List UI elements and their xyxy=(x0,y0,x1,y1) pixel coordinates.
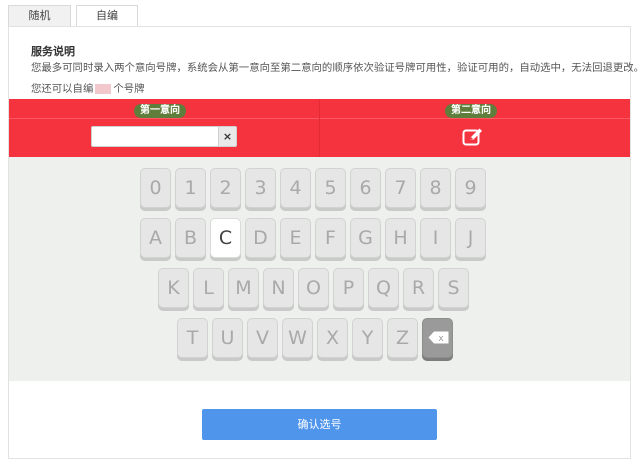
confirm-plate-button[interactable]: 确认选号 xyxy=(202,409,437,440)
backspace-icon: x xyxy=(428,331,449,344)
key-6[interactable]: 6 xyxy=(350,168,381,208)
key-v[interactable]: V xyxy=(247,318,278,358)
key-1[interactable]: 1 xyxy=(175,168,206,208)
key-8[interactable]: 8 xyxy=(420,168,451,208)
remaining-count-text: 您还可以自编 个号牌 xyxy=(31,80,145,95)
tab-random[interactable]: 随机 xyxy=(8,5,71,27)
tab-bar: 随机 自编 xyxy=(0,0,640,28)
key-z[interactable]: Z xyxy=(387,318,418,358)
key-h[interactable]: H xyxy=(385,218,416,258)
key-r[interactable]: R xyxy=(403,268,434,308)
plate-keyboard: 0 1 2 3 4 5 6 7 8 9 A B C D E F G H I J … xyxy=(9,157,630,381)
key-4[interactable]: 4 xyxy=(280,168,311,208)
backspace-key[interactable]: x xyxy=(422,318,453,358)
self-edit-panel: 服务说明 您最多可同时录入两个意向号牌，系统会从第一意向至第二意向的顺序依次验证… xyxy=(8,26,640,459)
edit-icon[interactable] xyxy=(462,127,484,147)
key-5[interactable]: 5 xyxy=(315,168,346,208)
key-x[interactable]: X xyxy=(317,318,348,358)
service-info-text: 您最多可同时录入两个意向号牌，系统会从第一意向至第二意向的顺序依次验证号牌可用性… xyxy=(31,62,640,74)
key-0[interactable]: 0 xyxy=(140,168,171,208)
key-7[interactable]: 7 xyxy=(385,168,416,208)
key-l[interactable]: L xyxy=(193,268,224,308)
key-m[interactable]: M xyxy=(228,268,259,308)
key-y[interactable]: Y xyxy=(352,318,383,358)
service-info-title: 服务说明 xyxy=(31,45,75,58)
key-3[interactable]: 3 xyxy=(245,168,276,208)
remaining-suffix: 个号牌 xyxy=(113,83,145,95)
key-o[interactable]: O xyxy=(298,268,329,308)
remaining-prefix: 您还可以自编 xyxy=(31,83,94,95)
key-b[interactable]: B xyxy=(175,218,206,258)
intention-divider xyxy=(319,99,320,157)
first-intention-input[interactable]: × xyxy=(91,126,237,147)
first-intention-label: 第一意向 xyxy=(134,104,186,118)
key-c[interactable]: C xyxy=(210,218,241,258)
key-d[interactable]: D xyxy=(245,218,276,258)
key-a[interactable]: A xyxy=(140,218,171,258)
backspace-label: x xyxy=(438,334,444,344)
key-j[interactable]: J xyxy=(455,218,486,258)
key-k[interactable]: K xyxy=(158,268,189,308)
key-2[interactable]: 2 xyxy=(210,168,241,208)
key-g[interactable]: G xyxy=(350,218,381,258)
key-w[interactable]: W xyxy=(282,318,313,358)
clear-icon[interactable]: × xyxy=(218,127,236,146)
key-f[interactable]: F xyxy=(315,218,346,258)
remaining-count-value xyxy=(95,84,112,94)
key-u[interactable]: U xyxy=(212,318,243,358)
tab-self-edit[interactable]: 自编 xyxy=(76,5,138,28)
key-t[interactable]: T xyxy=(177,318,208,358)
key-s[interactable]: S xyxy=(438,268,469,308)
intention-bar: 第一意向 第二意向 × xyxy=(9,99,630,157)
key-e[interactable]: E xyxy=(280,218,311,258)
second-intention-label: 第二意向 xyxy=(445,104,497,118)
key-n[interactable]: N xyxy=(263,268,294,308)
key-p[interactable]: P xyxy=(333,268,364,308)
key-i[interactable]: I xyxy=(420,218,451,258)
key-q[interactable]: Q xyxy=(368,268,399,308)
key-9[interactable]: 9 xyxy=(455,168,486,208)
